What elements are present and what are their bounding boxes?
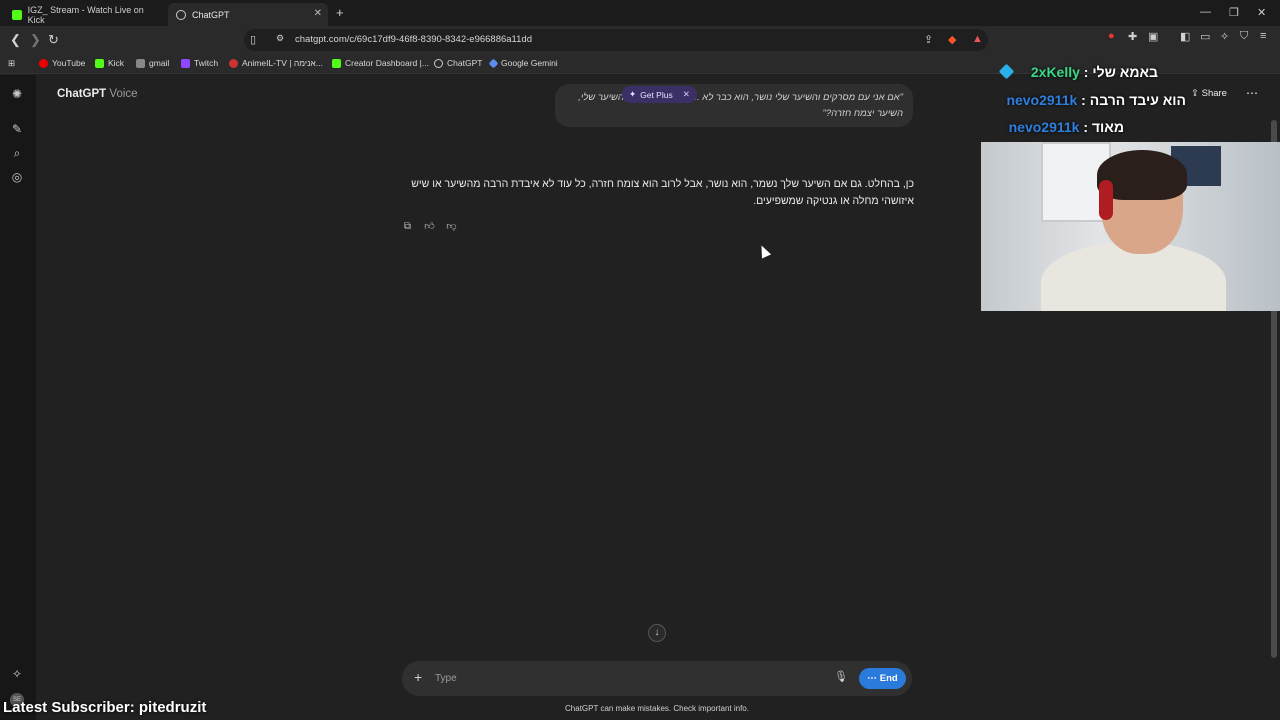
wallet-2-icon[interactable]: ▭ xyxy=(1200,30,1210,43)
chat-message: הוא עיבד הרבה xyxy=(1089,92,1186,108)
mode-label: Voice xyxy=(109,88,138,100)
bookmark-twitch[interactable]: Twitch xyxy=(181,58,218,68)
tab-label: ChatGPT xyxy=(192,9,230,20)
assistant-message: כן, בהחלט. גם אם השיער שלך נשמר, הוא נוש… xyxy=(411,178,914,207)
chatgpt-sidebar: ✺ ✎ ⌕ ◎ ✧ SE xyxy=(0,75,36,720)
brave-rewards-icon[interactable]: ▲ xyxy=(972,33,983,45)
get-plus-label: Get Plus xyxy=(640,89,673,100)
message-actions: ⧉ 👍︎ 👎︎ xyxy=(401,220,458,233)
minimize-icon[interactable]: — xyxy=(1200,6,1211,18)
tab-kick-stream[interactable]: IGZ_ Stream - Watch Live on Kick xyxy=(4,3,166,26)
address-bar[interactable]: ▯ ⚙ chatgpt.com/c/69c17df9-46f8-8390-834… xyxy=(244,29,988,51)
stream-chat-line: מאוד : nevo2911k xyxy=(1008,119,1124,135)
share-label: Share xyxy=(1201,88,1227,99)
user-message-bubble: "אם אני עם מסרקים והשיער שלי נושר, הוא כ… xyxy=(555,84,913,127)
openai-logo-icon[interactable]: ✺ xyxy=(10,87,24,101)
reload-icon[interactable]: ↻ xyxy=(48,32,59,48)
chat-username: 2xKelly xyxy=(1030,64,1080,80)
get-plus-button[interactable]: ✦ Get Plus ✕ xyxy=(622,86,697,103)
attach-icon[interactable]: + xyxy=(414,669,422,685)
chatgpt-icon xyxy=(176,9,186,20)
chatgpt-icon xyxy=(434,58,443,68)
forward-icon[interactable]: ❯ xyxy=(30,32,41,48)
sparkle-icon: ✦ xyxy=(629,89,637,99)
close-window-icon[interactable]: ✕ xyxy=(1257,6,1266,19)
url-text: chatgpt.com/c/69c17df9-46f8-8390-8342-e9… xyxy=(295,34,532,45)
tab-label: IGZ_ Stream - Watch Live on Kick xyxy=(27,4,144,25)
upgrade-icon[interactable]: ✧ xyxy=(10,667,24,681)
apps-icon[interactable]: ⊞ xyxy=(8,58,15,69)
chat-username: nevo2911k xyxy=(1008,119,1080,135)
new-tab-button[interactable]: + xyxy=(336,5,344,20)
menu-icon[interactable]: ≡ xyxy=(1260,30,1266,42)
bookmark-chatgpt[interactable]: ChatGPT xyxy=(434,58,482,68)
copy-icon[interactable]: ⧉ xyxy=(401,220,414,233)
restore-icon[interactable]: ❐ xyxy=(1229,6,1239,19)
thumbs-up-icon[interactable]: 👍︎ xyxy=(423,220,436,233)
microphone-icon[interactable]: 🎙︎ xyxy=(834,670,848,683)
user-message-text: "אם אני עם מסרקים והשיער שלי נושר, הוא כ… xyxy=(578,92,903,119)
kick-icon xyxy=(332,58,341,68)
animeil-icon xyxy=(229,58,238,68)
browser-toolbar: ❮ ❯ ↻ ▯ ⚙ chatgpt.com/c/69c17df9-46f8-83… xyxy=(0,26,1280,54)
chat-username: nevo2911k xyxy=(1006,92,1078,108)
gmail-icon xyxy=(136,58,145,68)
latest-subscriber-overlay: Latest Subscriber: pitedruzit xyxy=(3,699,207,716)
webcam-feed xyxy=(981,142,1280,311)
search-icon[interactable]: ⌕ xyxy=(10,146,24,160)
kick-icon xyxy=(12,9,22,20)
close-tab-icon[interactable]: ✕ xyxy=(314,8,322,19)
end-label: End xyxy=(879,673,898,684)
kick-icon xyxy=(95,58,104,68)
new-chat-icon[interactable]: ✎ xyxy=(10,122,24,136)
mouse-cursor-icon xyxy=(756,243,772,259)
tab-chatgpt[interactable]: ChatGPT ✕ xyxy=(168,3,328,26)
share-icon: ⇪ xyxy=(1191,88,1199,99)
site-info-icon[interactable]: ⚙ xyxy=(276,33,284,44)
chat-message: באמא שלי xyxy=(1092,64,1158,80)
browser-tab-bar: IGZ_ Stream - Watch Live on Kick ChatGPT… xyxy=(0,0,1280,26)
bookmark-creator-dashboard[interactable]: Creator Dashboard |... xyxy=(332,58,429,68)
brand-name: ChatGPT xyxy=(57,88,107,100)
close-icon[interactable]: ✕ xyxy=(683,89,690,100)
bookmark-kick[interactable]: Kick xyxy=(95,58,124,68)
bookmark-gemini[interactable]: Google Gemini xyxy=(488,58,558,68)
share-button[interactable]: ⇪ Share xyxy=(1191,88,1227,99)
more-options-icon[interactable]: ⋯ xyxy=(1246,86,1258,100)
sidebar-toggle-icon[interactable]: ◧ xyxy=(1180,30,1190,43)
library-icon[interactable]: ◎ xyxy=(10,170,24,184)
back-icon[interactable]: ❮ xyxy=(10,32,21,48)
chat-message: מאוד xyxy=(1091,119,1124,135)
wallet-icon[interactable]: ▣ xyxy=(1148,30,1158,43)
brave-shields-icon[interactable]: ◆ xyxy=(948,33,956,46)
gemini-icon xyxy=(488,58,499,68)
leo-icon[interactable]: ✧ xyxy=(1220,30,1229,43)
thumbs-down-icon[interactable]: 👎︎ xyxy=(445,220,458,233)
stream-chat-line: באמא שלי : 2xKelly xyxy=(1030,64,1158,80)
end-voice-button[interactable]: ⋯ End xyxy=(859,668,906,689)
page-title[interactable]: ChatGPT Voice xyxy=(57,88,138,100)
bookmark-youtube[interactable]: YouTube xyxy=(39,58,85,68)
bookmark-gmail[interactable]: gmail xyxy=(136,58,169,68)
youtube-icon xyxy=(39,58,48,68)
vpn-icon[interactable]: ⛉ xyxy=(1240,30,1248,43)
composer: + 🎙︎ ⋯ End xyxy=(402,661,912,696)
voice-wave-icon: ⋯ xyxy=(867,673,877,684)
twitch-icon xyxy=(181,58,190,68)
bookmark-animeil[interactable]: AnimeIL-TV | אנימה... xyxy=(229,58,323,68)
message-input[interactable] xyxy=(435,670,815,687)
bookmark-icon[interactable]: ▯ xyxy=(250,33,256,46)
stream-chat-line: הוא עיבד הרבה : nevo2911k xyxy=(1006,92,1186,108)
extension-icon[interactable]: ● xyxy=(1108,30,1115,42)
share-page-icon[interactable]: ⇪ xyxy=(924,33,933,46)
extensions-icon[interactable]: ✚ xyxy=(1128,30,1137,43)
scroll-down-icon[interactable]: ↓ xyxy=(648,624,666,642)
